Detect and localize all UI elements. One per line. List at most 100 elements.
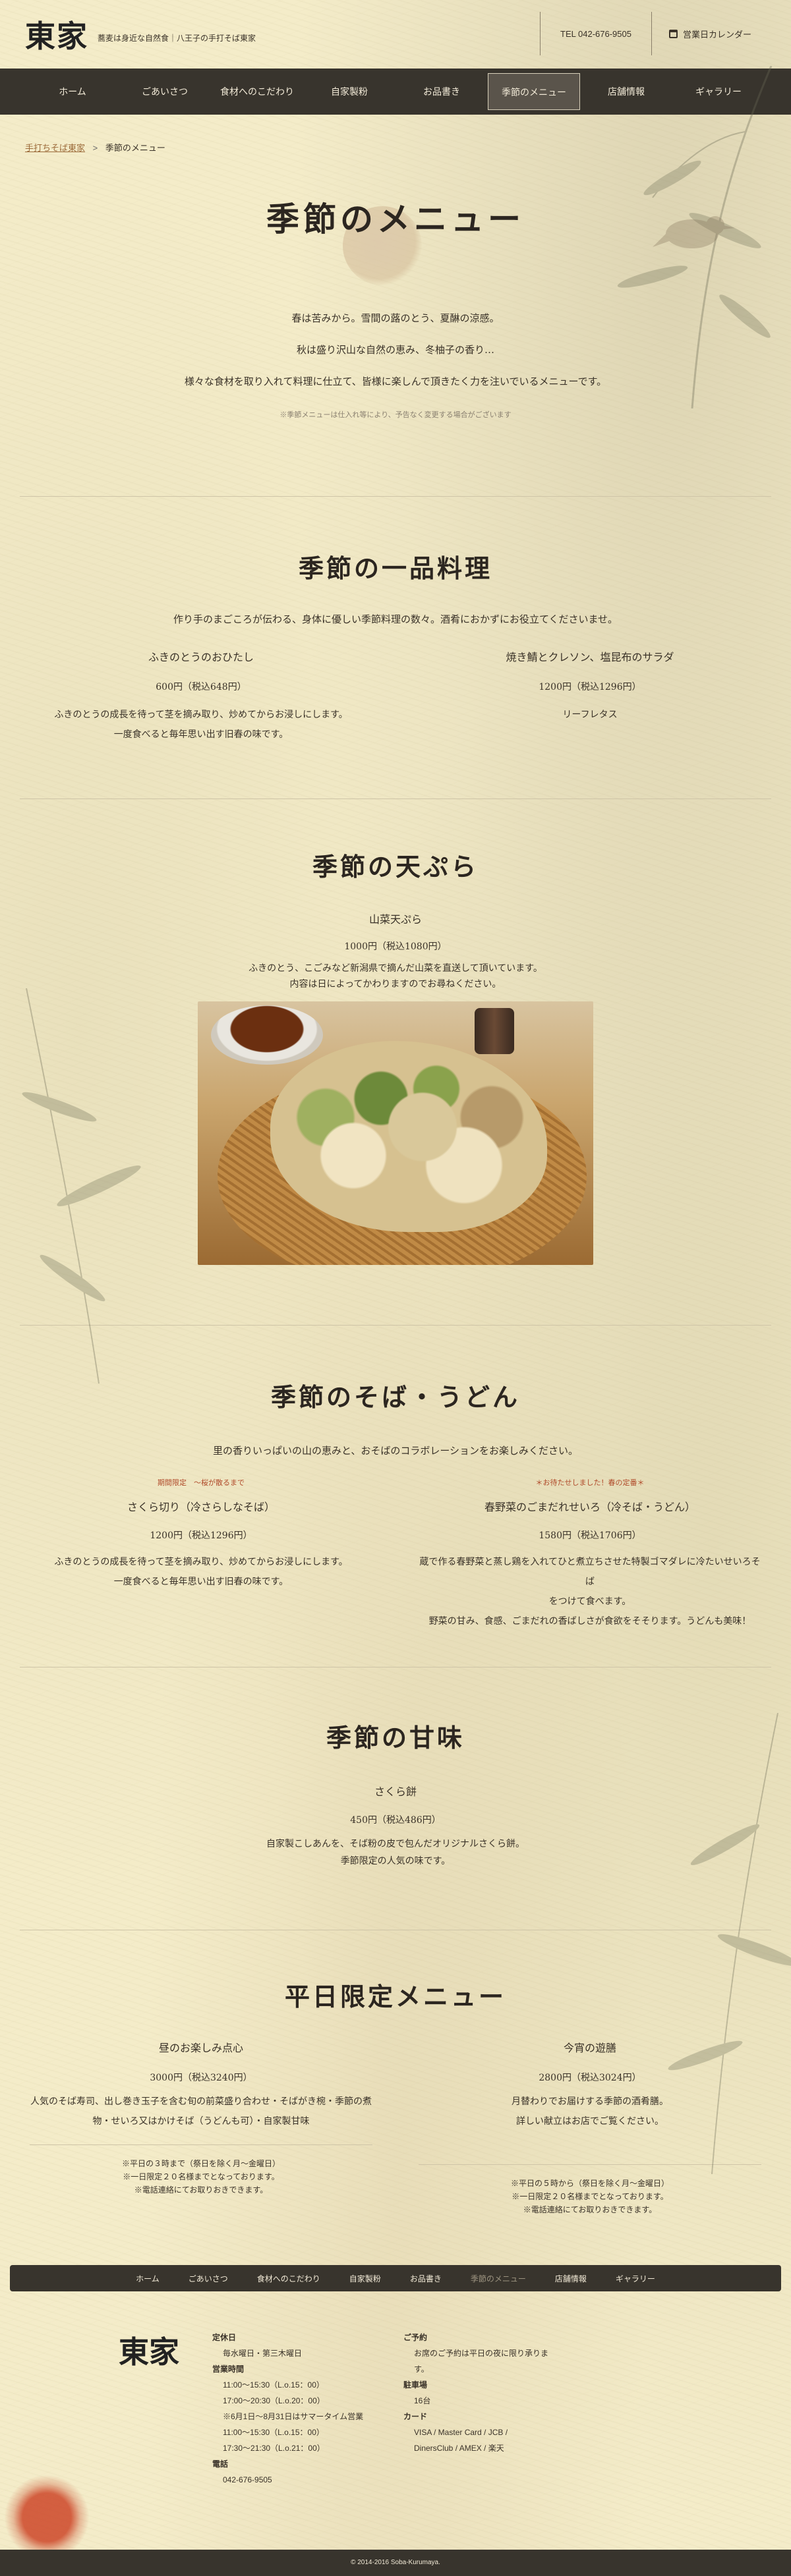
item-name: 昼のお楽しみ点心 xyxy=(158,2042,243,2054)
item-price: 1200円（税込1296円） xyxy=(539,682,641,692)
footer-nav-milling[interactable]: 自家製粉 xyxy=(335,2273,396,2284)
item-name: 春野菜のごまだれせいろ（冷そば・うどん） xyxy=(484,1501,695,1513)
page-hero: 季節のメニュー 春は苦みから。雪間の蕗のとう、夏醂の涼感。 秋は盛り沢山な自然の… xyxy=(0,193,791,496)
closed-days: 毎水曜日・第三木曜日 xyxy=(223,2349,303,2358)
global-nav: ホーム ごあいさつ 食材へのこだわり 自家製粉 お品書き 季節のメニュー 店舗情… xyxy=(0,69,791,115)
desc-line: をつけて食べます。 xyxy=(548,1596,631,1607)
footer-reservation-details: ご予約 お席のご予約は平日の夜に限り承りま す。 駐車場 16台 カード VIS… xyxy=(403,2330,548,2456)
item-price: 450円（税込486円） xyxy=(350,1815,441,1826)
item-name: 今宵の遊膳 xyxy=(563,2042,616,2054)
calendar-icon xyxy=(668,29,678,38)
site-tagline: 蕎麦は身近な自然食｜八王子の手打そば東家 xyxy=(98,33,256,43)
menu-columns: 昼のお楽しみ点心 3000円（税込3240円） 人気のそば寿司、出し巻き玉子を含… xyxy=(0,2039,791,2216)
hours-line: 11:00～15:30（L.o.15：00） xyxy=(223,2380,324,2390)
desc-line: 物・せいろ又はかけそば（うどんも可）・自家製甘味 xyxy=(92,2116,310,2127)
note-line: ※平日の３時まで（祭日を除く月～金曜日） xyxy=(121,2159,280,2168)
nav-gallery[interactable]: ギャラリー xyxy=(672,73,765,110)
item-desc: リーフレタス xyxy=(415,705,765,725)
reserve-line: お席のご予約は平日の夜に限り承りま xyxy=(414,2349,549,2358)
nav-ingredients[interactable]: 食材へのこだわり xyxy=(211,73,303,110)
site-logo[interactable]: 東家 xyxy=(25,13,88,56)
item-price: 1580円（税込1706円） xyxy=(539,1530,641,1541)
breadcrumb-home[interactable]: 手打ちそば東家 xyxy=(25,143,85,153)
hours-line: 17:00～20:30（L.o.20：00） xyxy=(223,2396,325,2405)
footer-nav-menu[interactable]: お品書き xyxy=(396,2273,456,2284)
intro-line: 春は苦みから。雪間の蕗のとう、夏醂の涼感。 xyxy=(291,312,500,324)
site-header: 東家 蕎麦は身近な自然食｜八王子の手打そば東家 TEL 042-676-9505… xyxy=(0,0,791,115)
note-line: ※一日限定２０名様までとなっております。 xyxy=(123,2172,279,2181)
footer-shop-details: 定休日 毎水曜日・第三木曜日 営業時間 11:00～15:30（L.o.15：0… xyxy=(212,2330,363,2488)
footer-nav-home[interactable]: ホーム xyxy=(121,2273,174,2284)
section-title: 季節の天ぷら xyxy=(312,852,479,882)
item-price: 1200円（税込1296円） xyxy=(150,1530,252,1541)
menu-item: ふきのとうのおひたし 600円（税込648円） ふきのとうの成長を待って茎を摘み… xyxy=(26,648,376,744)
tel-label: 電話 xyxy=(212,2459,229,2469)
menu-item: 今宵の遊膳 2800円（税込3024円） 月替わりでお届けする季節の酒肴膳。 詳… xyxy=(415,2039,765,2216)
card-line: VISA / Master Card / JCB / xyxy=(414,2428,508,2437)
note-line: ※電話連絡にてお取りおきできます。 xyxy=(134,2185,268,2195)
nav-milling[interactable]: 自家製粉 xyxy=(303,73,396,110)
desc-line: 自家製こしあんを、そば粉の皮で包んだオリジナルさくら餅。 xyxy=(266,1839,525,1849)
breadcrumb: 手打ちそば東家 > 季節のメニュー xyxy=(25,141,791,154)
item-price: 3000円（税込3240円） xyxy=(150,2073,252,2083)
intro-line: 秋は盛り沢山な自然の恵み、冬柚子の香り… xyxy=(296,344,494,356)
nav-home[interactable]: ホーム xyxy=(26,73,119,110)
card-line: DinersClub / AMEX / 楽天 xyxy=(414,2444,504,2453)
reserve-line: す。 xyxy=(414,2365,429,2374)
menu-item: 期間限定 ～桜が散るまで さくら切り（冷さらしなそば） 1200円（税込1296… xyxy=(26,1477,376,1631)
section-tempura: 季節の天ぷら 山菜天ぷら 1000円（税込1080円） ふきのとう、こごみなど新… xyxy=(0,799,791,1325)
menu-columns: 期間限定 ～桜が散るまで さくら切り（冷さらしなそば） 1200円（税込1296… xyxy=(0,1477,791,1631)
footer-nav-greeting[interactable]: ごあいさつ xyxy=(174,2273,243,2284)
note-line: ※平日の５時から（祭日を除く月～金曜日） xyxy=(510,2179,669,2188)
menu-columns: ふきのとうのおひたし 600円（税込648円） ふきのとうの成長を待って茎を摘み… xyxy=(0,648,791,744)
reserve-label: ご予約 xyxy=(403,2333,428,2342)
closed-label: 定休日 xyxy=(212,2333,237,2342)
footer-tel[interactable]: 042-676-9505 xyxy=(212,2472,363,2488)
footer-nav: ホーム ごあいさつ 食材へのこだわり 自家製粉 お品書き 季節のメニュー 店舗情… xyxy=(10,2265,781,2291)
desc-line: 一度食べると毎年思い出す旧春の味です。 xyxy=(113,729,289,740)
item-name: 焼き鯖とクレソン、塩昆布のサラダ xyxy=(506,651,674,663)
breadcrumb-current: 季節のメニュー xyxy=(105,143,165,153)
nav-menu[interactable]: お品書き xyxy=(396,73,488,110)
intro-note: ※季節メニューは仕入れ等により、予告なく変更する場合がございます xyxy=(279,411,512,419)
notes-divider xyxy=(30,2144,372,2145)
notes-divider xyxy=(419,2164,761,2165)
desc-line: ふきのとうの成長を待って茎を摘み取り、炒めてからお浸しにします。 xyxy=(54,710,348,720)
desc-line: 人気のそば寿司、出し巻き玉子を含む旬の前菜盛り合わせ・そばがき椀・季節の煮 xyxy=(30,2096,372,2107)
desc-line: 詳しい献立はお店でご覧ください。 xyxy=(516,2116,664,2127)
section-title: 季節の一品料理 xyxy=(298,553,492,583)
footer-nav-shop-info[interactable]: 店舗情報 xyxy=(541,2273,601,2284)
header-tel[interactable]: TEL 042-676-9505 xyxy=(541,29,651,39)
tempura-pile xyxy=(270,1041,547,1232)
section-weekday: 平日限定メニュー 昼のお楽しみ点心 3000円（税込3240円） 人気のそば寿司… xyxy=(0,1930,791,2265)
section-lead: 里の香りいっぱいの山の恵みと、おそばのコラボレーションをお楽しみください。 xyxy=(212,1445,579,1457)
desc-line: ふきのとう、こごみなど新潟県で摘んだ山菜を直送して頂いています。 xyxy=(249,963,542,974)
tempura-photo xyxy=(198,1001,593,1265)
nav-greeting[interactable]: ごあいさつ xyxy=(119,73,211,110)
section-lead: 作り手のまごころが伝わる、身体に優しい季節料理の数々。酒肴におかずにお役立てくだ… xyxy=(173,613,618,625)
nav-shop-info[interactable]: 店舗情報 xyxy=(580,73,672,110)
calendar-link[interactable]: 営業日カレンダー xyxy=(652,28,769,40)
item-desc: 自家製こしあんを、そば粉の皮で包んだオリジナルさくら餅。 季節限定の人気の味です… xyxy=(0,1835,791,1870)
item-desc: ふきのとうの成長を待って茎を摘み取り、炒めてからお浸しにします。 一度食べると毎… xyxy=(26,1552,376,1592)
header-contact: TEL 042-676-9505 営業日カレンダー xyxy=(540,12,769,55)
nav-seasonal-menu[interactable]: 季節のメニュー xyxy=(488,73,580,110)
desc-line: 季節限定の人気の味です。 xyxy=(340,1856,451,1866)
item-price: 1000円（税込1080円） xyxy=(344,941,447,952)
dipping-sauce-bowl xyxy=(211,1005,323,1065)
item-name: 山菜天ぷら xyxy=(368,913,422,926)
footer-info: 東家 定休日 毎水曜日・第三木曜日 営業時間 11:00～15:30（L.o.1… xyxy=(0,2323,791,2573)
limited-badge: ＊お待たせしました！春の定番＊ xyxy=(535,1479,645,1487)
limited-badge: 期間限定 ～桜が散るまで xyxy=(158,1479,245,1487)
item-desc: ふきのとうの成長を待って茎を摘み取り、炒めてからお浸しにします。 一度食べると毎… xyxy=(26,705,376,744)
card-label: カード xyxy=(403,2412,428,2421)
footer-logo[interactable]: 東家 xyxy=(119,2328,179,2372)
footer-nav-seasonal-menu[interactable]: 季節のメニュー xyxy=(456,2273,541,2284)
item-desc: 月替わりでお届けする季節の酒肴膳。 詳しい献立はお店でご覧ください。 xyxy=(415,2092,765,2131)
footer-nav-gallery[interactable]: ギャラリー xyxy=(601,2273,670,2284)
item-name: さくら餅 xyxy=(374,1785,417,1798)
item-desc: 蔵で作る春野菜と蒸し鶏を入れてひと煮立ちさせた特製ゴマダレに冷たいせいろそば を… xyxy=(415,1552,765,1631)
menu-item: 焼き鯖とクレソン、塩昆布のサラダ 1200円（税込1296円） リーフレタス xyxy=(415,648,765,744)
footer-nav-ingredients[interactable]: 食材へのこだわり xyxy=(243,2273,335,2284)
item-price: 2800円（税込3024円） xyxy=(539,2073,641,2083)
